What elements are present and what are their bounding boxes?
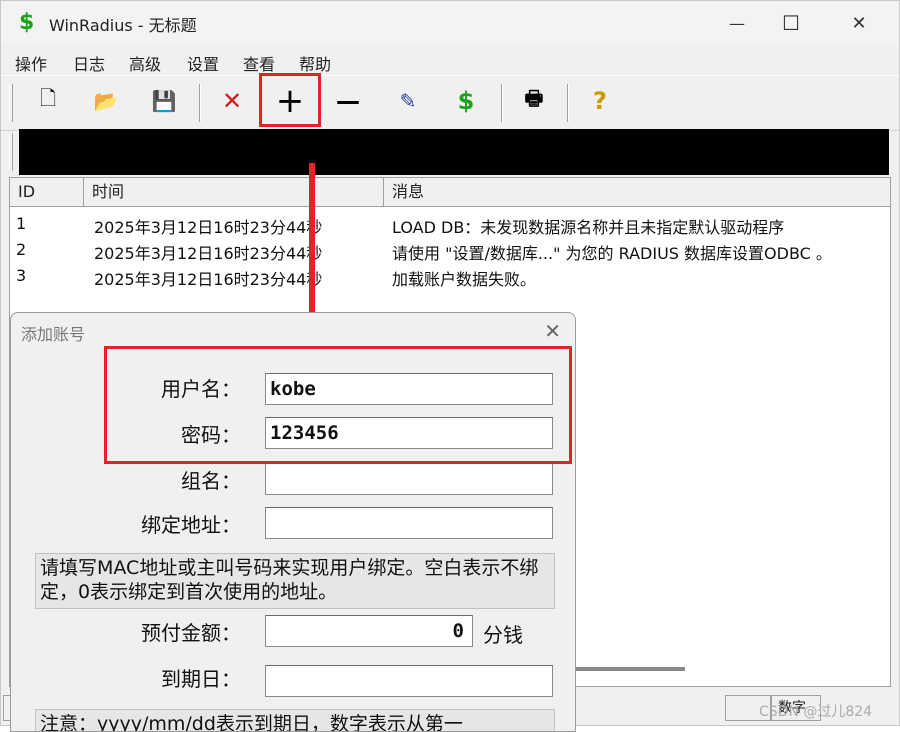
menu-log[interactable]: 日志	[73, 51, 105, 75]
toolbar-grip[interactable]	[9, 84, 13, 122]
close-button[interactable]: ✕	[827, 1, 891, 45]
menu-advanced[interactable]: 高级	[129, 51, 161, 75]
row-id: 1	[16, 214, 27, 233]
row-message: 加载账户数据失败。	[392, 270, 537, 289]
remove-icon[interactable]: —	[331, 84, 365, 118]
horizontal-scrollbar[interactable]	[575, 667, 685, 671]
menu-help[interactable]: 帮助	[299, 51, 331, 75]
command-bar-grip[interactable]	[9, 133, 13, 171]
open-folder-icon[interactable]: 📂	[89, 84, 123, 118]
toolbar-separator	[199, 84, 201, 122]
menu-operation[interactable]: 操作	[15, 51, 47, 75]
new-file-icon[interactable]: 🗋	[31, 84, 65, 118]
annotation-highlight-add	[259, 73, 321, 127]
money-icon[interactable]: $	[449, 84, 483, 118]
help-icon[interactable]: ?	[583, 84, 617, 118]
expiry-input[interactable]	[265, 665, 553, 697]
menu-bar: 操作 日志 高级 设置 查看 帮助	[1, 45, 899, 75]
annotation-highlight-credentials	[104, 346, 572, 464]
bind-address-input[interactable]	[265, 507, 553, 539]
row-time: 2025年3月12日16时23分44秒	[94, 218, 323, 237]
toolbar-separator	[567, 84, 569, 122]
menu-settings[interactable]: 设置	[187, 51, 219, 75]
table-row[interactable]: 1 2025年3月12日16时23分44秒 LOAD DB：未发现数据源名称并且…	[10, 214, 890, 238]
edit-icon[interactable]: ✎	[391, 84, 425, 118]
row-message: 请使用 "设置/数据库..." 为您的 RADIUS 数据库设置ODBC 。	[392, 244, 832, 263]
dialog-title: 添加账号	[21, 325, 86, 344]
row-time: 2025年3月12日16时23分44秒	[94, 270, 323, 289]
table-row[interactable]: 3 2025年3月12日16时23分44秒 加载账户数据失败。	[10, 266, 890, 290]
menu-view[interactable]: 查看	[243, 51, 275, 75]
dollar-app-icon: $	[19, 10, 35, 35]
delete-icon[interactable]: ✕	[215, 84, 249, 118]
list-header: ID 时间 消息	[10, 178, 890, 207]
column-time[interactable]: 时间	[84, 178, 384, 206]
print-icon[interactable]: 🖶	[517, 84, 551, 118]
bind-address-label: 绑定地址：	[141, 513, 241, 537]
command-bar	[19, 129, 889, 175]
expiry-label: 到期日：	[161, 667, 241, 691]
toolbar-separator	[501, 84, 503, 122]
save-disk-icon[interactable]: 💾	[147, 84, 181, 118]
prepay-unit: 分钱	[483, 623, 523, 647]
row-id: 3	[16, 266, 27, 285]
title-bar[interactable]: $ WinRadius - 无标题 — ☐ ✕	[1, 1, 899, 45]
column-message[interactable]: 消息	[384, 178, 890, 206]
expiry-note-text: 注意：yyyy/mm/dd表示到期日，数字表示从第一	[35, 709, 555, 731]
prepay-input[interactable]: 0	[265, 615, 473, 647]
window-title: WinRadius - 无标题	[49, 16, 197, 35]
maximize-button[interactable]: ☐	[759, 1, 823, 45]
row-id: 2	[16, 240, 27, 259]
row-time: 2025年3月12日16时23分44秒	[94, 244, 323, 263]
dialog-close-icon[interactable]: ✕	[544, 319, 561, 343]
column-id[interactable]: ID	[10, 178, 84, 206]
bind-hint-text: 请填写MAC地址或主叫号码来实现用户绑定。空白表示不绑定，0表示绑定到首次使用的…	[35, 553, 555, 609]
table-row[interactable]: 2 2025年3月12日16时23分44秒 请使用 "设置/数据库..." 为您…	[10, 240, 890, 264]
group-label: 组名：	[181, 469, 241, 493]
watermark-text: CSDN @过儿824	[759, 704, 873, 720]
annotation-arrow-line	[309, 163, 315, 323]
row-message: LOAD DB：未发现数据源名称并且未指定默认驱动程序	[392, 218, 785, 237]
prepay-label: 预付金额：	[141, 621, 241, 645]
toolbar: 🗋 📂 💾 ✕ + — ✎ $ 🖶 ?	[1, 75, 899, 131]
group-input[interactable]	[265, 463, 553, 495]
